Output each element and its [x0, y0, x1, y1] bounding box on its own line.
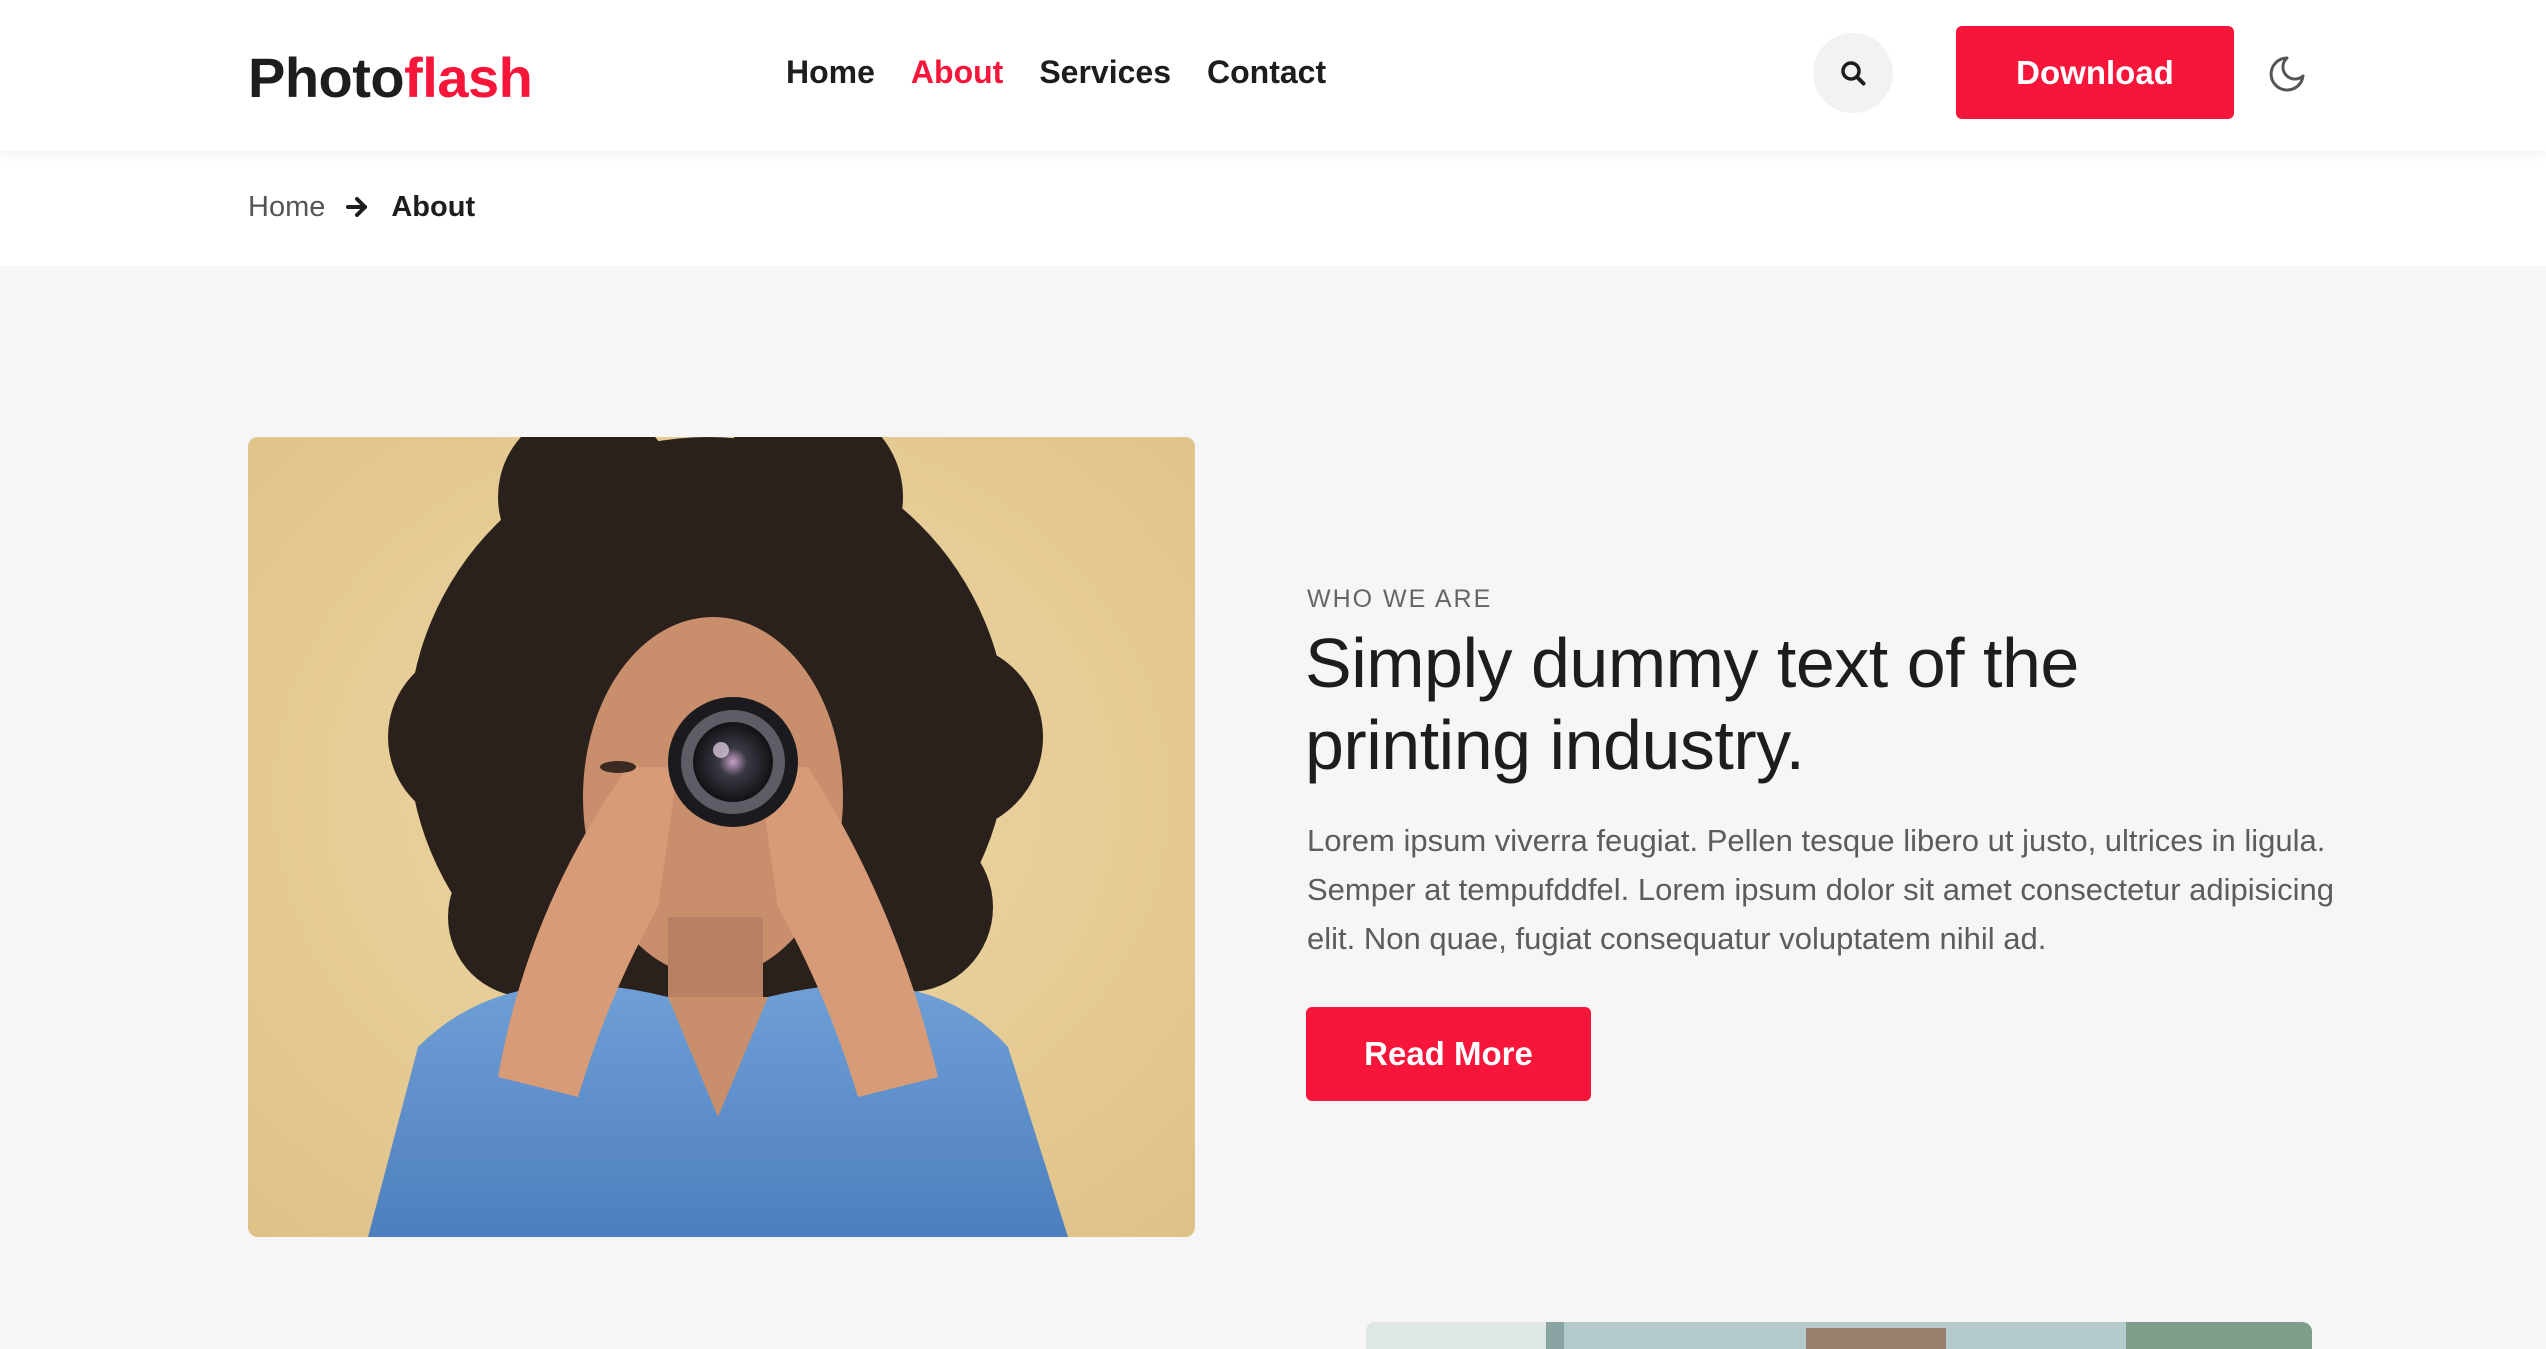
- photographer-image: [248, 437, 1195, 1237]
- breadcrumb-home-link[interactable]: Home: [248, 185, 325, 229]
- nav-link-home[interactable]: Home: [786, 48, 875, 96]
- theme-toggle-button[interactable]: [2267, 54, 2307, 94]
- photographer-illustration: [248, 437, 1195, 1237]
- main-nav: Home About Services Contact: [786, 48, 1326, 96]
- secondary-image-illustration: [1366, 1322, 2312, 1349]
- secondary-image: [1366, 1322, 2312, 1349]
- section-eyebrow: WHO WE ARE: [1307, 585, 1493, 613]
- read-more-button[interactable]: Read More: [1306, 1007, 1591, 1101]
- search-icon: [1841, 61, 1866, 86]
- nav-link-about[interactable]: About: [911, 48, 1003, 96]
- section-headline: Simply dummy text of the printing indust…: [1305, 624, 2079, 784]
- arrow-right-icon: [346, 197, 368, 217]
- nav-link-contact[interactable]: Contact: [1207, 48, 1326, 96]
- search-button[interactable]: [1813, 33, 1893, 113]
- moon-icon: [2269, 56, 2305, 92]
- breadcrumb-current: About: [391, 191, 476, 223]
- logo-text-accent: flash: [404, 46, 533, 109]
- breadcrumb-bar: Home About: [0, 151, 2546, 266]
- site-header: Photoflash Home About Services Contact D…: [0, 0, 2546, 151]
- breadcrumb: Home About: [248, 185, 475, 229]
- logo[interactable]: Photoflash: [248, 44, 533, 112]
- logo-text-primary: Photo: [248, 46, 405, 109]
- nav-link-services[interactable]: Services: [1039, 48, 1171, 96]
- section-body-text: Lorem ipsum viverra feugiat. Pellen tesq…: [1307, 823, 2334, 956]
- download-button[interactable]: Download: [1956, 26, 2234, 119]
